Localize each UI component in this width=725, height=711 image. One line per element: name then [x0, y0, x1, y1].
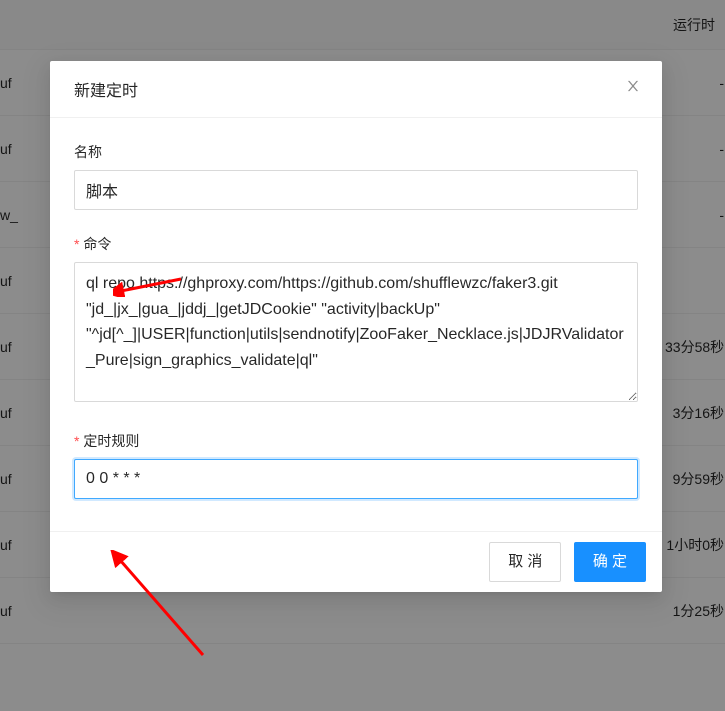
modal-dialog: 新建定时 名称 命令 定时规则 取 消 确 定	[50, 61, 662, 592]
name-input[interactable]	[74, 170, 638, 210]
command-label: 命令	[74, 234, 638, 254]
close-button[interactable]	[622, 77, 644, 99]
form-item-name: 名称	[74, 142, 638, 210]
command-input[interactable]	[74, 262, 638, 402]
form-item-schedule: 定时规则	[74, 431, 638, 499]
confirm-button[interactable]: 确 定	[574, 542, 646, 582]
schedule-label: 定时规则	[74, 431, 638, 451]
cancel-button[interactable]: 取 消	[489, 542, 561, 582]
modal-header: 新建定时	[50, 61, 662, 118]
form-item-command: 命令	[74, 234, 638, 407]
schedule-input[interactable]	[74, 459, 638, 499]
modal-footer: 取 消 确 定	[50, 531, 662, 592]
name-label: 名称	[74, 142, 638, 162]
modal-body: 名称 命令 定时规则	[50, 118, 662, 531]
modal-title: 新建定时	[74, 77, 638, 101]
close-icon	[625, 78, 641, 99]
